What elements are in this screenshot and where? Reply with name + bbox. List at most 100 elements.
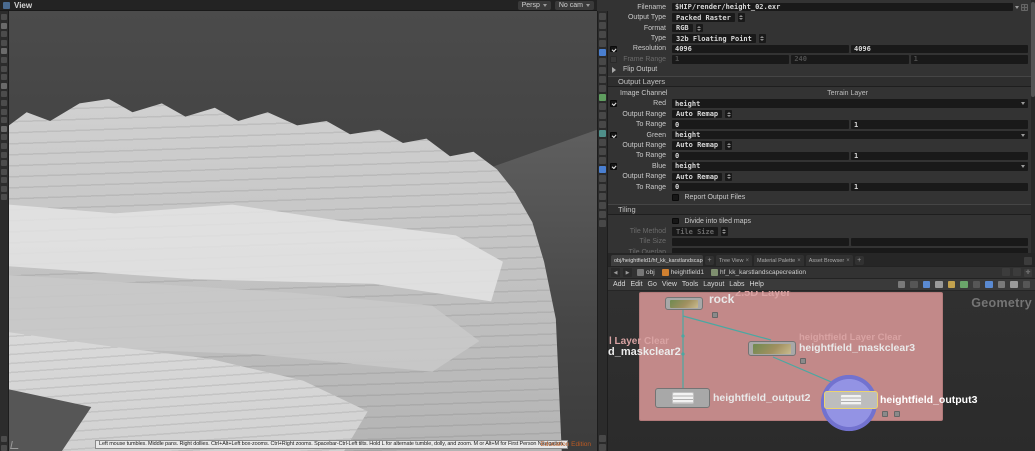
toolbar-icon[interactable] <box>1 134 7 141</box>
format-menu[interactable]: RGB <box>672 23 693 33</box>
menu-spinner-icon[interactable] <box>725 109 733 119</box>
display-option-icon[interactable] <box>599 94 606 101</box>
toolbar-icon[interactable] <box>1 82 7 89</box>
viewport-view-menu[interactable]: View <box>14 1 32 10</box>
blue-plane-field[interactable]: height <box>672 162 1028 171</box>
display-option-icon[interactable] <box>599 130 606 137</box>
pin-icon[interactable]: ✛ <box>1024 268 1032 277</box>
toolbar-icon[interactable] <box>1 74 7 81</box>
toolbar-icon[interactable] <box>1 108 7 115</box>
close-icon[interactable]: × <box>797 258 801 264</box>
display-option-icon[interactable] <box>599 85 606 92</box>
display-option-icon[interactable] <box>599 202 606 209</box>
pane-type-icon[interactable] <box>3 1 10 9</box>
param-scrollbar[interactable] <box>1031 0 1035 253</box>
camera-select-button[interactable]: No cam <box>554 0 594 10</box>
blue-checkbox[interactable] <box>610 163 617 170</box>
path-option-icon[interactable] <box>1013 268 1021 276</box>
display-option-icon[interactable] <box>599 40 606 47</box>
network-toolbar-icon[interactable] <box>985 280 993 289</box>
new-tab-button[interactable]: + <box>705 256 714 265</box>
frame-range-checkbox[interactable] <box>610 56 617 63</box>
blue-range-menu[interactable]: Auto Remap <box>672 172 723 182</box>
blue-to-min-field[interactable]: 0 <box>672 182 849 192</box>
scene-viewport[interactable]: Left mouse tumbles. Middle pans. Right d… <box>9 11 597 451</box>
breadcrumb-obj[interactable]: obj <box>635 269 657 276</box>
forward-icon[interactable]: ▶ <box>623 268 632 277</box>
tab-asset-browser[interactable]: Asset Browser × <box>805 255 853 266</box>
dropdown-arrow-icon[interactable] <box>1021 102 1025 106</box>
toolbar-icon[interactable] <box>1 160 7 167</box>
network-editor[interactable]: Geometry 2.5D Layer l Layer Clear d_mask… <box>608 291 1035 451</box>
toolbar-icon[interactable] <box>1 117 7 124</box>
red-to-max-field[interactable]: 1 <box>851 120 1028 129</box>
frame-end-field[interactable]: 240 <box>791 55 909 64</box>
display-option-icon[interactable] <box>599 139 606 146</box>
display-option-icon[interactable] <box>599 148 606 155</box>
menu-spinner-icon[interactable] <box>725 172 733 182</box>
resolution-y-field[interactable]: 4096 <box>851 44 1028 54</box>
node-rock[interactable] <box>665 297 703 310</box>
toolbar-icon[interactable] <box>1 91 7 98</box>
red-checkbox[interactable] <box>610 100 617 107</box>
frame-inc-field[interactable]: 1 <box>910 55 1028 64</box>
menu-view[interactable]: View <box>662 281 677 288</box>
display-option-icon[interactable] <box>599 49 606 56</box>
tile-size-x-field[interactable] <box>672 237 849 247</box>
menu-help[interactable]: Help <box>749 281 763 288</box>
file-chooser-icon[interactable] <box>1021 3 1028 11</box>
toolbar-icon[interactable] <box>1 436 7 443</box>
dropdown-arrow-icon[interactable] <box>1021 133 1025 137</box>
menu-add[interactable]: Add <box>613 281 625 288</box>
display-option-icon[interactable] <box>599 112 606 119</box>
menu-spinner-icon[interactable] <box>725 141 733 150</box>
display-option-icon[interactable] <box>599 211 606 218</box>
report-output-checkbox[interactable] <box>672 194 679 201</box>
blue-to-max-field[interactable]: 1 <box>851 182 1028 192</box>
param-row-flip-output[interactable]: Flip Output <box>608 65 1035 75</box>
green-to-min-field[interactable]: 0 <box>672 151 849 161</box>
tab-network-path[interactable]: obj/heightfield1/hf_kk_karstlandscapecre… <box>611 255 703 266</box>
node-badge-icon[interactable] <box>712 312 718 318</box>
persp-view-button[interactable]: Persp <box>517 0 551 10</box>
toolbar-icon[interactable] <box>1 99 7 106</box>
type-menu[interactable]: 32b Floating Point <box>672 34 756 43</box>
menu-go[interactable]: Go <box>648 281 657 288</box>
display-option-icon[interactable] <box>599 444 606 451</box>
toolbar-icon[interactable] <box>1 31 7 38</box>
network-toolbar-icon[interactable] <box>897 280 905 289</box>
dropdown-arrow-icon[interactable] <box>1015 5 1019 9</box>
menu-edit[interactable]: Edit <box>630 281 642 288</box>
divide-tiled-checkbox[interactable] <box>672 217 679 225</box>
toolbar-icon[interactable] <box>1 445 7 451</box>
frame-start-field[interactable]: 1 <box>672 55 790 64</box>
toolbar-icon[interactable] <box>1 14 7 20</box>
menu-spinner-icon[interactable] <box>737 13 745 22</box>
display-option-icon[interactable] <box>599 157 606 164</box>
red-range-menu[interactable]: Auto Remap <box>672 109 723 119</box>
display-option-icon[interactable] <box>599 166 606 173</box>
network-toolbar-icon[interactable] <box>1010 280 1018 289</box>
display-option-icon[interactable] <box>599 220 606 227</box>
dropdown-arrow-icon[interactable] <box>1021 164 1025 168</box>
breadcrumb-heightfield1[interactable]: heightfield1 <box>660 269 706 276</box>
red-to-min-field[interactable]: 0 <box>672 120 849 129</box>
pane-menu-icon[interactable] <box>1024 257 1032 265</box>
display-option-icon[interactable] <box>599 175 606 182</box>
menu-labs[interactable]: Labs <box>729 281 744 288</box>
toolbar-icon[interactable] <box>1 125 7 132</box>
resolution-checkbox[interactable] <box>610 45 617 53</box>
scrollbar-thumb[interactable] <box>1031 2 1035 97</box>
close-icon[interactable]: × <box>846 258 850 264</box>
toolbar-icon[interactable] <box>1 168 7 175</box>
path-option-icon[interactable] <box>1002 268 1010 276</box>
toolbar-icon[interactable] <box>1 48 7 55</box>
node-heightfield-output3[interactable] <box>824 391 878 409</box>
section-output-layers[interactable]: Output Layers <box>608 76 1035 88</box>
green-plane-field[interactable]: height <box>672 130 1028 140</box>
node-heightfield-maskclear3[interactable] <box>748 341 796 356</box>
red-plane-field[interactable]: height <box>672 99 1028 108</box>
tile-method-menu[interactable]: Tile Size <box>672 227 718 236</box>
new-tab-button[interactable]: + <box>854 256 864 265</box>
node-badge-icon[interactable] <box>800 358 806 364</box>
